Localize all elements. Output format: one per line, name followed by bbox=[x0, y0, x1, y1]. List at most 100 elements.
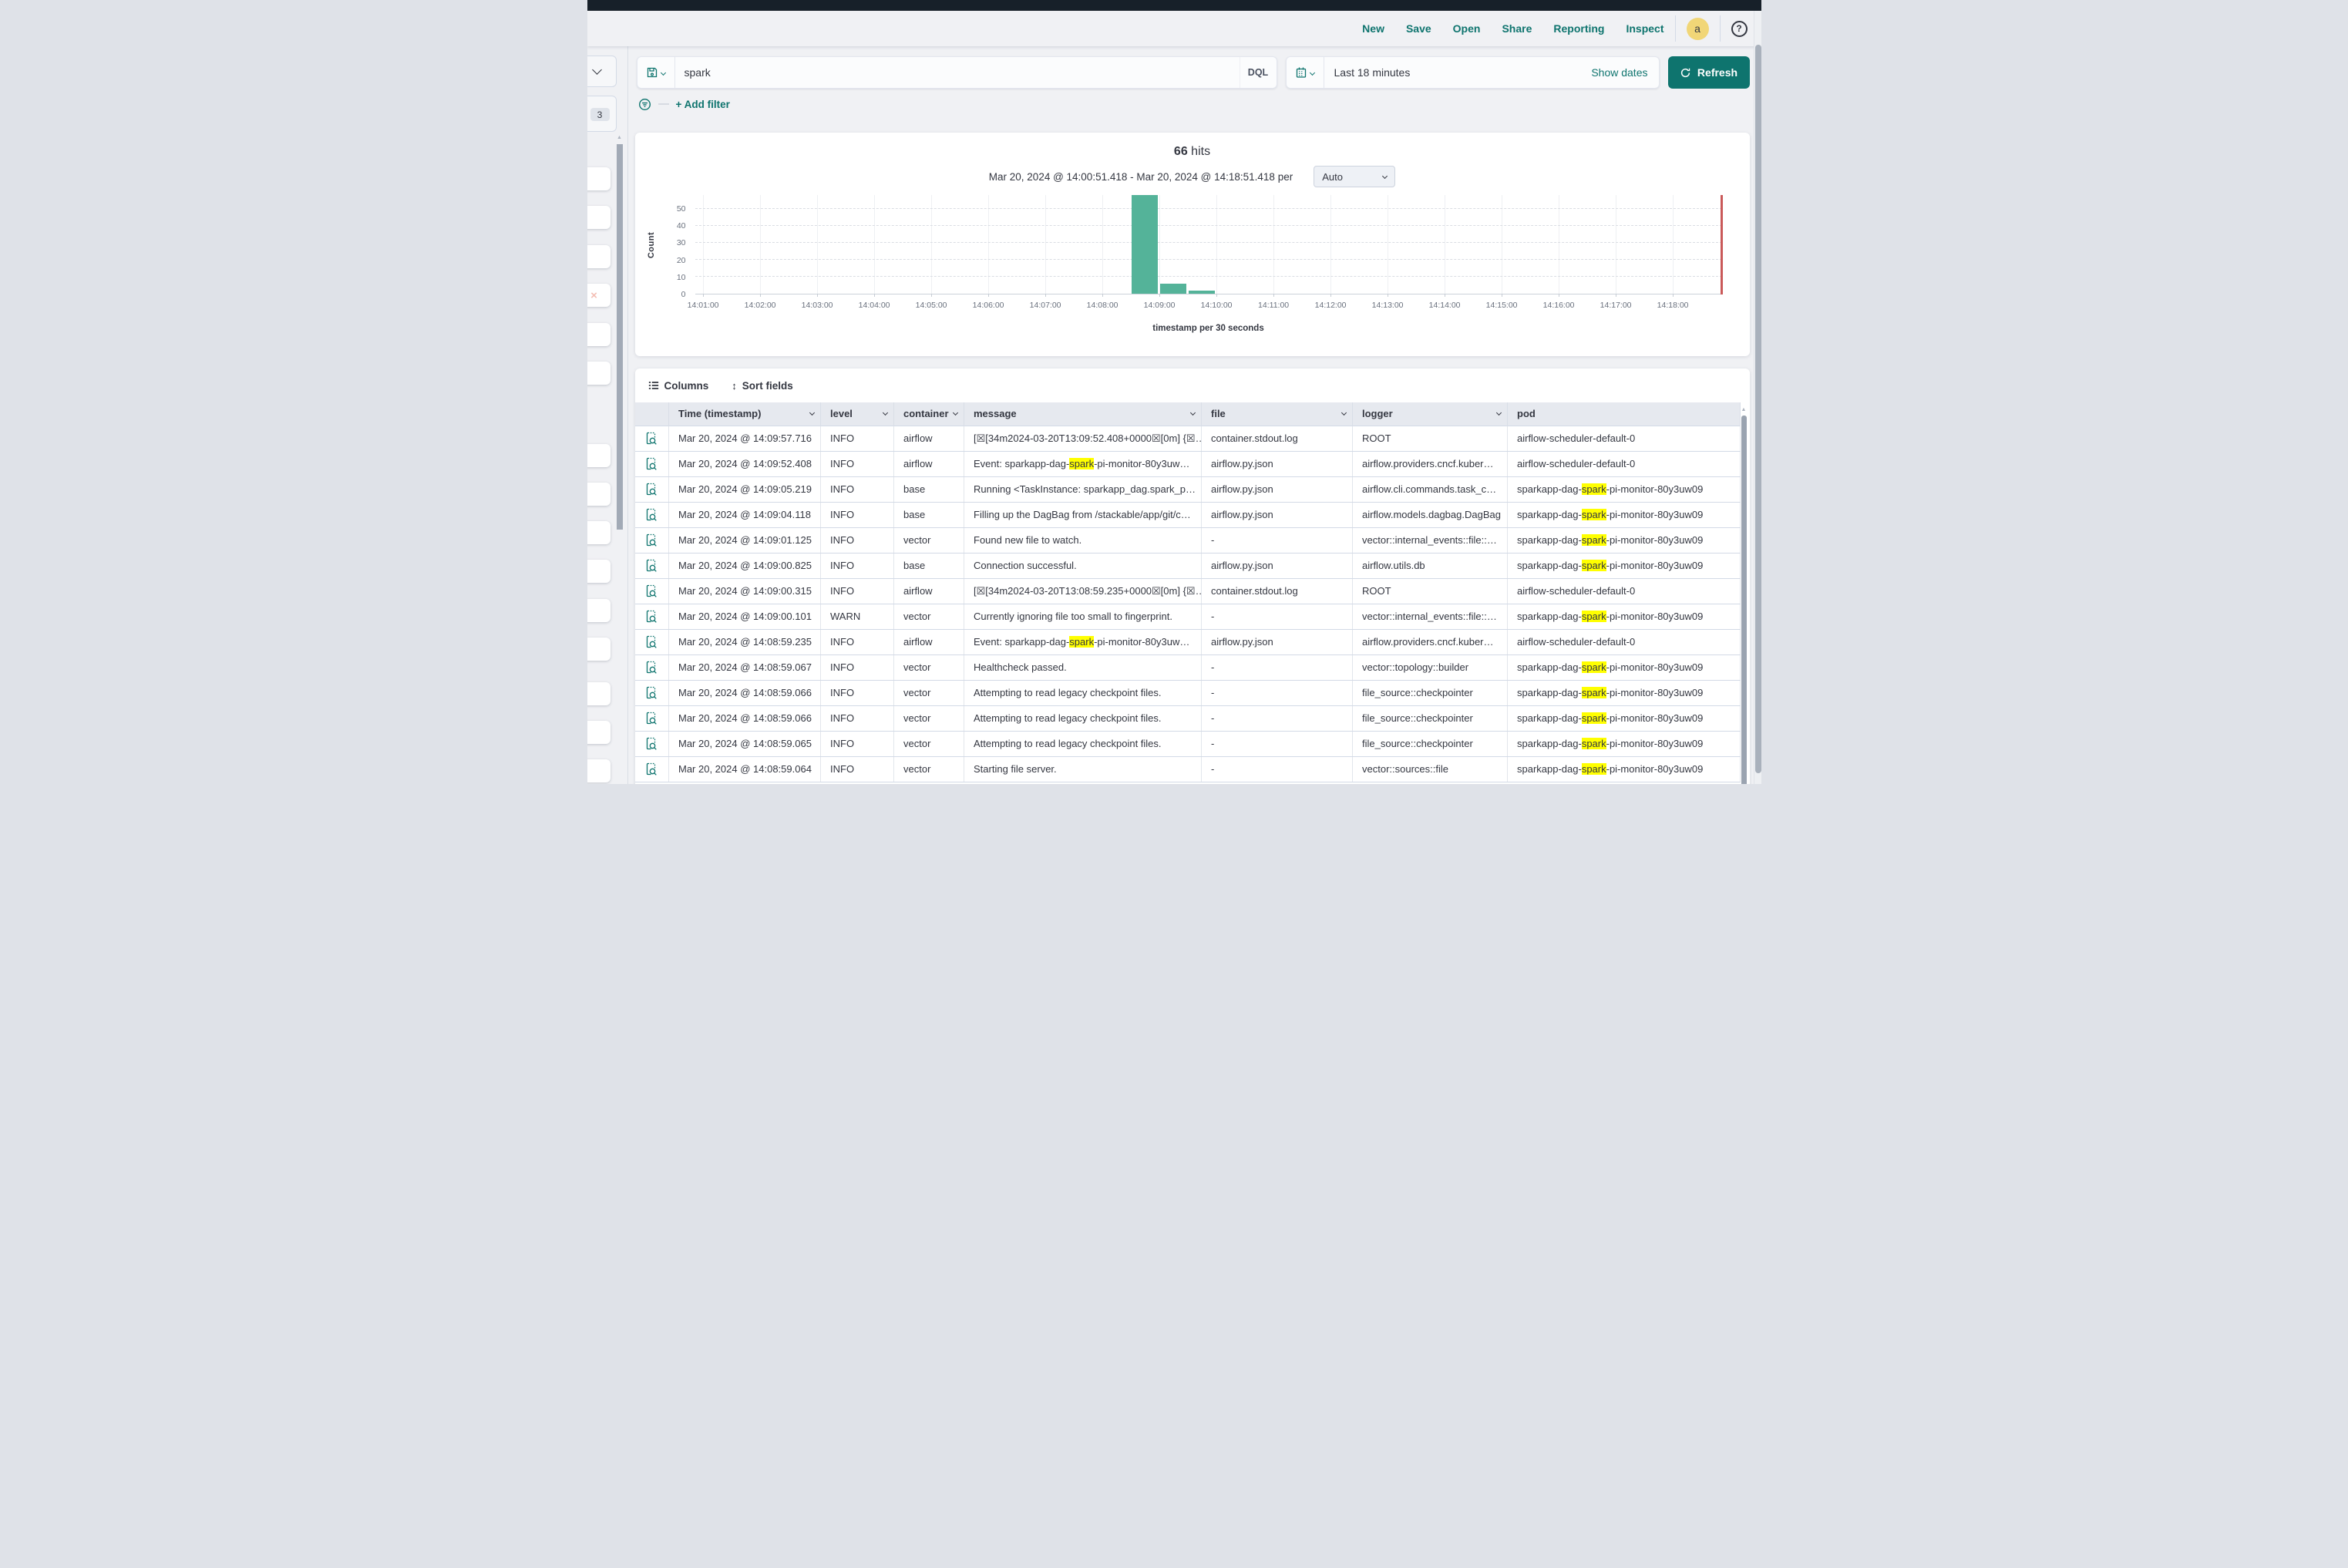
y-gridline bbox=[695, 242, 1722, 243]
sort-fields-button[interactable]: ↕ Sort fields bbox=[732, 380, 793, 392]
expand-document-button[interactable] bbox=[645, 737, 658, 750]
cell-expand bbox=[635, 654, 669, 680]
field-item-card[interactable] bbox=[587, 167, 611, 190]
page-scrollbar-thumb[interactable] bbox=[1755, 45, 1761, 773]
scroll-up-arrow-icon[interactable]: ▲ bbox=[1741, 407, 1748, 412]
field-item-card[interactable] bbox=[587, 323, 611, 346]
histogram-bar[interactable] bbox=[1189, 291, 1215, 294]
field-item-card[interactable] bbox=[587, 521, 611, 544]
table-row: Mar 20, 2024 @ 14:09:04.118INFObaseFilli… bbox=[635, 502, 1741, 527]
field-item-card[interactable] bbox=[587, 721, 611, 744]
search-bar-row: DQL Last 18 minutes Show dates Refresh bbox=[637, 56, 1750, 89]
expand-document-button[interactable] bbox=[645, 432, 658, 445]
column-header-label: logger bbox=[1362, 408, 1393, 419]
cell-file: airflow.py.json bbox=[1202, 553, 1353, 578]
table-scrollbar[interactable]: ▲ bbox=[1741, 405, 1748, 784]
topnav-inspect[interactable]: Inspect bbox=[1626, 22, 1663, 35]
y-gridline bbox=[695, 208, 1722, 209]
column-header-container[interactable]: container bbox=[894, 402, 964, 426]
add-filter-button[interactable]: + Add filter bbox=[676, 99, 730, 110]
cell-file: airflow.py.json bbox=[1202, 629, 1353, 654]
field-item-card[interactable] bbox=[587, 206, 611, 229]
expand-document-button[interactable] bbox=[645, 457, 658, 470]
show-dates-button[interactable]: Show dates bbox=[1591, 66, 1658, 79]
calendar-menu-button[interactable] bbox=[1287, 57, 1324, 88]
chevron-down-icon bbox=[1341, 410, 1347, 416]
field-item-card[interactable] bbox=[587, 362, 611, 385]
search-input[interactable] bbox=[675, 57, 1240, 88]
time-range-value[interactable]: Last 18 minutes bbox=[1324, 66, 1592, 79]
field-item-card[interactable] bbox=[587, 560, 611, 583]
help-button[interactable]: ? bbox=[1731, 21, 1748, 37]
user-avatar[interactable]: a bbox=[1687, 18, 1709, 40]
histogram-plot[interactable] bbox=[695, 195, 1722, 294]
field-item-card[interactable] bbox=[587, 759, 611, 782]
x-tick-label: 14:04:00 bbox=[859, 301, 890, 310]
header-expand-column bbox=[635, 402, 669, 426]
remove-field-icon[interactable]: × bbox=[590, 289, 597, 302]
field-item-card[interactable] bbox=[587, 444, 611, 467]
x-tick-label: 14:18:00 bbox=[1657, 301, 1689, 310]
expand-document-button[interactable] bbox=[645, 508, 658, 521]
expand-document-button[interactable] bbox=[645, 686, 658, 699]
table-row: Mar 20, 2024 @ 14:08:59.235INFOairflowEv… bbox=[635, 629, 1741, 654]
interval-select[interactable]: Auto bbox=[1314, 166, 1395, 187]
expand-document-button[interactable] bbox=[645, 712, 658, 725]
page-scrollbar[interactable] bbox=[1754, 11, 1761, 784]
expand-document-button[interactable] bbox=[645, 533, 658, 547]
expand-document-button[interactable] bbox=[645, 610, 658, 623]
column-header-file[interactable]: file bbox=[1202, 402, 1353, 426]
field-item-card[interactable] bbox=[587, 245, 611, 268]
x-tick-mark bbox=[1673, 294, 1674, 297]
cell-pod: airflow-scheduler-default-0 bbox=[1508, 629, 1741, 654]
topnav-save[interactable]: Save bbox=[1406, 22, 1431, 35]
column-header-message[interactable]: message bbox=[964, 402, 1202, 426]
chevron-down-icon bbox=[661, 69, 666, 75]
column-header-time[interactable]: Time (timestamp) bbox=[669, 402, 821, 426]
topnav-reporting[interactable]: Reporting bbox=[1553, 22, 1604, 35]
expand-document-button[interactable] bbox=[645, 635, 658, 648]
topnav-new[interactable]: New bbox=[1362, 22, 1384, 35]
table-scrollbar-thumb[interactable] bbox=[1741, 416, 1747, 784]
cell-level: INFO bbox=[821, 680, 894, 705]
cell-pod: airflow-scheduler-default-0 bbox=[1508, 426, 1741, 451]
cell-expand bbox=[635, 553, 669, 578]
sidebar-scrollbar[interactable]: ▲ bbox=[617, 135, 623, 784]
column-header-pod[interactable]: pod bbox=[1508, 402, 1741, 426]
refresh-button[interactable]: Refresh bbox=[1668, 56, 1750, 89]
filter-icon[interactable] bbox=[638, 98, 651, 111]
cell-container: airflow bbox=[894, 451, 964, 476]
date-picker: Last 18 minutes Show dates bbox=[1286, 56, 1660, 89]
x-tick-label: 14:16:00 bbox=[1543, 301, 1575, 310]
column-header-logger[interactable]: logger bbox=[1353, 402, 1508, 426]
sidebar-collapse-toggle[interactable] bbox=[587, 56, 617, 87]
topnav-share[interactable]: Share bbox=[1502, 22, 1532, 35]
cell-message: Event: sparkapp-dag-spark-pi-monitor-80y… bbox=[964, 629, 1202, 654]
columns-button[interactable]: Columns bbox=[648, 380, 709, 392]
column-header-level[interactable]: level bbox=[821, 402, 894, 426]
cell-message: Found new file to watch. bbox=[964, 527, 1202, 553]
field-item-card[interactable]: × bbox=[587, 284, 611, 307]
field-item-card[interactable] bbox=[587, 638, 611, 661]
expand-document-button[interactable] bbox=[645, 762, 658, 776]
query-language-button[interactable]: DQL bbox=[1240, 57, 1277, 88]
field-item-card[interactable] bbox=[587, 483, 611, 506]
scroll-up-arrow-icon[interactable]: ▲ bbox=[617, 135, 623, 140]
expand-document-button[interactable] bbox=[645, 584, 658, 597]
expand-document-button[interactable] bbox=[645, 559, 658, 572]
histogram-bar[interactable] bbox=[1160, 284, 1186, 294]
column-header-label: Time (timestamp) bbox=[678, 408, 761, 419]
column-header-inner: message bbox=[974, 408, 1195, 419]
field-item-card[interactable] bbox=[587, 599, 611, 622]
expand-document-button[interactable] bbox=[645, 483, 658, 496]
calendar-icon bbox=[1295, 66, 1307, 79]
expand-document-button[interactable] bbox=[645, 661, 658, 674]
topnav-open[interactable]: Open bbox=[1453, 22, 1481, 35]
cell-time: Mar 20, 2024 @ 14:08:59.065 bbox=[669, 731, 821, 756]
histogram-bar[interactable] bbox=[1132, 195, 1158, 294]
saved-query-menu-button[interactable] bbox=[637, 57, 675, 88]
field-item-card[interactable] bbox=[587, 682, 611, 705]
x-tick-label: 14:09:00 bbox=[1144, 301, 1176, 310]
sidebar-scrollbar-thumb[interactable] bbox=[617, 144, 623, 530]
column-header-inner: logger bbox=[1362, 408, 1501, 419]
